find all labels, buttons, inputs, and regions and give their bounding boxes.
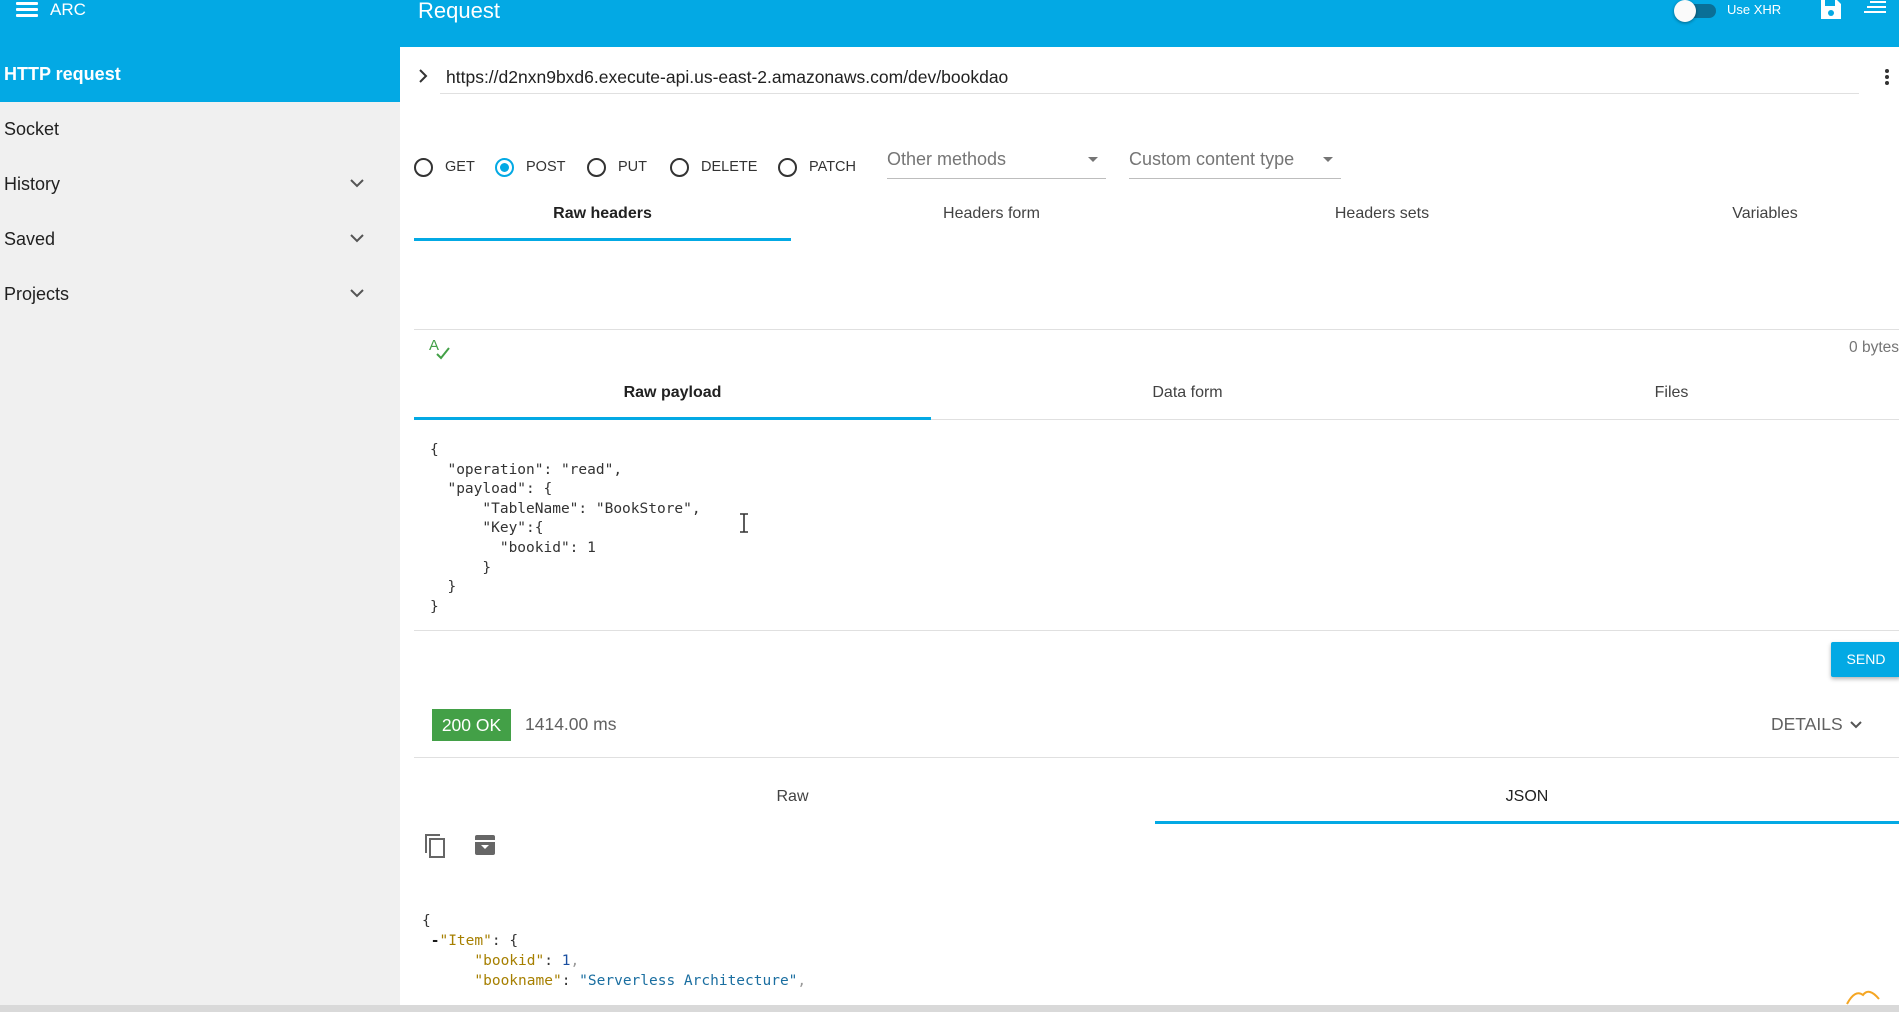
json-key: "bookid" <box>474 953 545 969</box>
radio-button <box>414 157 433 177</box>
radio-button <box>587 157 606 177</box>
tab-indicator <box>1155 821 1899 824</box>
chevron-down-icon <box>350 179 364 188</box>
code-line: "operation": "read", <box>430 461 623 478</box>
copy-icon[interactable] <box>423 833 449 861</box>
use-xhr-toggle[interactable] <box>1674 0 1716 22</box>
request-panel: https://d2nxn9bxd6.execute-api.us-east-2… <box>400 47 1899 1005</box>
payload-editor[interactable]: { "operation": "read", "payload": { "Tab… <box>414 425 1899 631</box>
tab-data-form[interactable]: Data form <box>931 384 1444 402</box>
tab-indicator <box>414 238 791 241</box>
save-icon[interactable] <box>1820 0 1842 25</box>
chevron-right-icon[interactable] <box>415 67 431 85</box>
corner-decoration-icon <box>1846 990 1880 1005</box>
method-label: PATCH <box>809 159 856 175</box>
json-response-view: { -"Item": { "bookid": 1, "bookname": "S… <box>422 913 807 989</box>
sidebar-item-socket[interactable]: Socket <box>0 102 400 157</box>
method-label: PUT <box>618 159 647 175</box>
method-get[interactable]: GET <box>414 154 475 180</box>
dropdown-arrow-icon <box>1088 157 1098 162</box>
method-put[interactable]: PUT <box>587 154 647 180</box>
payload-code: { "operation": "read", "payload": { "Tab… <box>430 441 701 617</box>
page-title: Request <box>418 0 500 23</box>
code-line: "bookid": 1 <box>430 539 596 556</box>
text-cursor-icon <box>740 513 748 533</box>
tab-json[interactable]: JSON <box>1155 788 1899 806</box>
chevron-down-icon <box>1849 720 1862 728</box>
svg-text:A: A <box>429 337 439 354</box>
tab-variables[interactable]: Variables <box>1580 205 1899 223</box>
more-vert-icon[interactable] <box>1884 67 1890 87</box>
dropdown-value: Custom content type <box>1129 149 1295 169</box>
code-line: "TableName": "BookStore", <box>430 500 701 517</box>
tab-headers-form[interactable]: Headers form <box>800 205 1183 223</box>
method-post[interactable]: POST <box>495 154 565 180</box>
other-methods-dropdown[interactable]: Other methods <box>887 143 1106 179</box>
payload-tabs-divider <box>931 419 1899 420</box>
chevron-down-icon <box>350 289 364 298</box>
sidebar-item-label: Projects <box>4 284 70 304</box>
dropdown-arrow-icon <box>1323 157 1333 162</box>
method-label: POST <box>526 159 566 175</box>
app-toolbar: ARC Request Use XHR <box>0 0 1899 47</box>
tab-headers-sets[interactable]: Headers sets <box>1190 205 1574 223</box>
sidebar-item-label: HTTP request <box>4 64 121 84</box>
sidebar-item-history[interactable]: History <box>0 157 400 212</box>
tab-files[interactable]: Files <box>1444 384 1899 402</box>
code-line: "Key":{ <box>430 520 544 537</box>
status-badge: 200 OK <box>432 709 511 741</box>
code-line: "payload": { <box>430 481 553 498</box>
code-line: { <box>430 442 439 458</box>
details-button[interactable]: DETAILS <box>1771 714 1863 735</box>
sidebar-item-label: Saved <box>4 229 56 249</box>
json-value: "Serverless Architecture" <box>579 973 798 989</box>
code-line: } <box>430 579 457 596</box>
send-button[interactable]: SEND <box>1831 642 1899 677</box>
sidebar-item-projects[interactable]: Projects <box>0 267 400 322</box>
menu-icon[interactable] <box>16 0 40 20</box>
method-delete[interactable]: DELETE <box>670 154 757 180</box>
url-underline <box>440 93 1859 94</box>
more-menu-icon[interactable] <box>1864 0 1886 21</box>
headers-divider <box>414 329 1899 330</box>
spellcheck-icon[interactable]: A <box>427 336 453 362</box>
archive-icon[interactable] <box>473 833 497 857</box>
response-time: 1414.00 ms <box>525 714 617 734</box>
chevron-down-icon <box>350 234 364 243</box>
app-name: ARC <box>50 0 86 19</box>
code-line: } <box>430 598 439 615</box>
bottom-edge <box>0 1005 1899 1012</box>
radio-button <box>495 157 514 177</box>
radio-button <box>670 157 689 177</box>
tab-raw[interactable]: Raw <box>414 788 1171 806</box>
method-patch[interactable]: PATCH <box>778 154 856 180</box>
url-input[interactable]: https://d2nxn9bxd6.execute-api.us-east-2… <box>446 67 1008 88</box>
sidebar-item-http-request[interactable]: HTTP request <box>0 47 400 102</box>
tab-raw-payload[interactable]: Raw payload <box>414 384 931 402</box>
tab-indicator <box>414 417 931 420</box>
sidebar-item-label: History <box>4 174 61 194</box>
use-xhr-label: Use XHR <box>1727 2 1782 17</box>
json-key: "bookname" <box>474 973 562 989</box>
headers-size: 0 bytes <box>1849 339 1899 356</box>
method-label: DELETE <box>701 159 758 175</box>
sidebar-item-label: Socket <box>4 119 60 139</box>
dropdown-value: Other methods <box>887 149 1007 169</box>
code-line: } <box>430 559 492 576</box>
details-label: DETAILS <box>1771 714 1843 734</box>
radio-button <box>778 157 797 177</box>
sidebar-item-saved[interactable]: Saved <box>0 212 400 267</box>
response-divider <box>414 757 1899 758</box>
sidebar: HTTP request Socket History Saved Projec… <box>0 47 400 1012</box>
method-label: GET <box>445 159 475 175</box>
tab-raw-headers[interactable]: Raw headers <box>414 205 791 223</box>
json-key: "Item" <box>439 933 492 949</box>
content-type-dropdown[interactable]: Custom content type <box>1129 143 1341 179</box>
